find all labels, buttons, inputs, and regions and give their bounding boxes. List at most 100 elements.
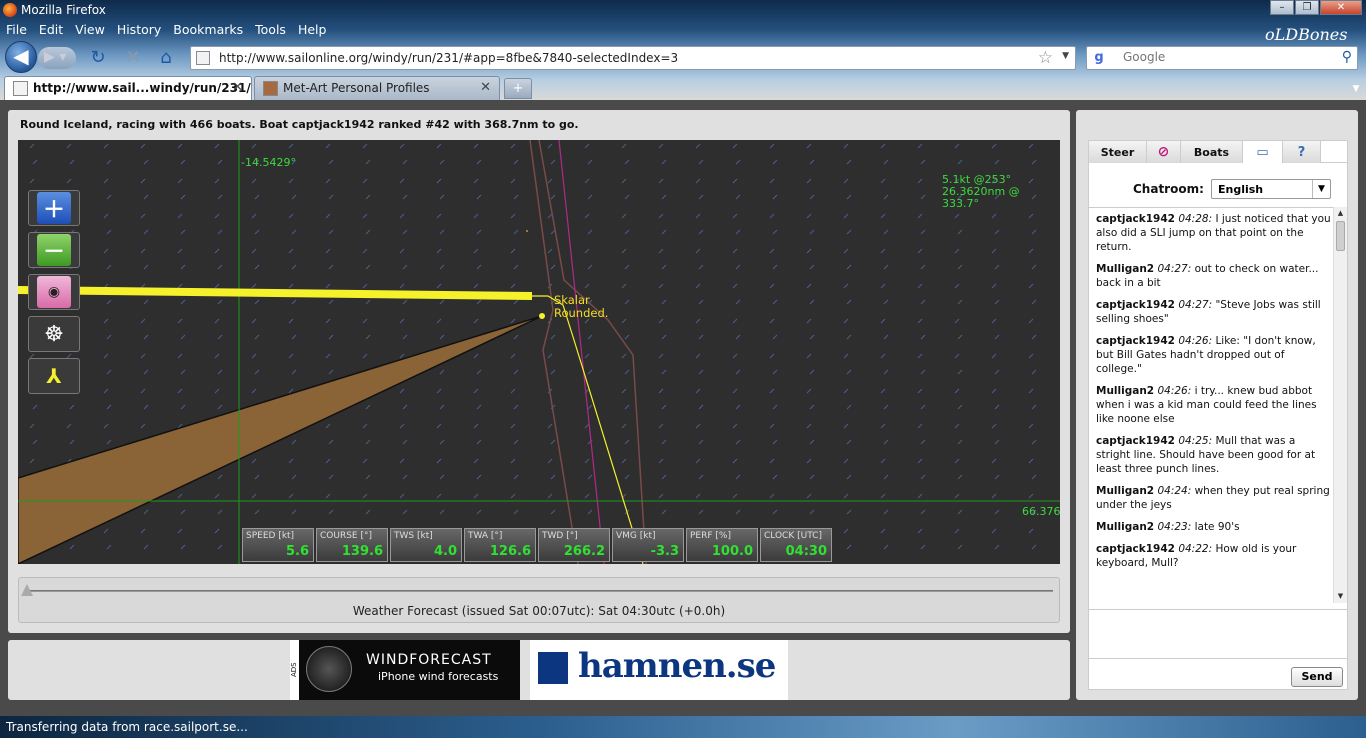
tab-no-entry-icon[interactable]: ⊘: [1147, 141, 1181, 163]
ads-label: ADS: [290, 640, 299, 700]
chat-message: Mulligan2 04:24: when they put real spri…: [1089, 480, 1347, 516]
chatroom-select[interactable]: English ▼: [1211, 179, 1331, 199]
measure-button[interactable]: ⅄: [28, 358, 80, 394]
message-author: captjack1942: [1096, 299, 1175, 311]
chat-message: captjack1942 04:27: "Steve Jobs was stil…: [1089, 294, 1347, 330]
close-tab-icon[interactable]: ✕: [232, 80, 243, 95]
tab-help-icon[interactable]: ?: [1283, 141, 1321, 163]
instrument-value: 100.0: [711, 544, 753, 559]
menu-edit[interactable]: Edit: [33, 20, 69, 40]
message-author: captjack1942: [1096, 213, 1175, 225]
windforecast-brand: WINDFORECAST: [366, 652, 492, 668]
panel-tabs: Steer ⊘ Boats ▭ ?: [1089, 141, 1347, 163]
url-dropdown-icon[interactable]: ▼: [1062, 51, 1069, 61]
hamnen-logo-icon: [538, 652, 568, 684]
message-author: Mulligan2: [1096, 385, 1155, 397]
mark-status: Rounded.: [554, 306, 609, 320]
menu-help[interactable]: Help: [292, 20, 333, 40]
stop-icon[interactable]: ✕: [122, 47, 144, 69]
menu-tools[interactable]: Tools: [249, 20, 292, 40]
menu-history[interactable]: History: [111, 20, 167, 40]
timeline-track[interactable]: [27, 590, 1053, 592]
tab-boats[interactable]: Boats: [1181, 141, 1243, 163]
close-tab-icon[interactable]: ✕: [480, 80, 491, 95]
windforecast-ad[interactable]: ADS WINDFORECAST iPhone wind forecasts: [290, 640, 520, 700]
restore-button[interactable]: ❐: [1295, 0, 1319, 15]
message-time: 04:26:: [1157, 385, 1192, 397]
minimize-button[interactable]: –: [1270, 0, 1294, 15]
chevron-down-icon: ▼: [1312, 180, 1330, 198]
hamnen-ad[interactable]: hamnen.se: [530, 640, 788, 700]
tab-bar: http://www.sail...windy/run/231/# ✕ Met-…: [0, 76, 1366, 100]
tab-favicon-icon: [13, 81, 28, 96]
instrument-value: 04:30: [785, 544, 827, 559]
zoom-out-icon: －: [37, 234, 71, 266]
map-dot: [526, 230, 528, 232]
scroll-thumb[interactable]: [1336, 221, 1345, 251]
navigation-toolbar: ◀ ▶ ▾ ↻ ✕ ⌂ http://www.sailonline.org/wi…: [0, 40, 1366, 74]
chat-message: captjack1942 04:26: Like: "I don't know,…: [1089, 330, 1347, 380]
chat-message: Mulligan2 04:23: late 90's: [1089, 516, 1347, 538]
search-icon[interactable]: ⚲: [1342, 49, 1352, 65]
scroll-down-icon[interactable]: ▼: [1334, 590, 1347, 603]
status-bar: Transferring data from race.sailport.se.…: [0, 716, 1366, 738]
bookmark-star-icon[interactable]: ☆: [1038, 48, 1053, 68]
message-time: 04:23:: [1157, 521, 1192, 533]
close-button[interactable]: ✕: [1320, 0, 1362, 15]
menu-file[interactable]: File: [0, 20, 33, 40]
compass-icon: [306, 646, 352, 692]
helm-button[interactable]: ☸: [28, 316, 80, 352]
firefox-icon: [3, 3, 17, 17]
url-text: http://www.sailonline.org/windy/run/231/…: [219, 51, 679, 65]
zoom-out-button[interactable]: －: [28, 232, 80, 268]
menu-bookmarks[interactable]: Bookmarks: [167, 20, 249, 40]
tab-chat-icon[interactable]: ▭: [1243, 141, 1283, 163]
ad-bar: ADS WINDFORECAST iPhone wind forecasts h…: [8, 640, 1070, 700]
url-bar[interactable]: http://www.sailonline.org/windy/run/231/…: [190, 46, 1076, 70]
instrument-label: TWD [°]: [542, 531, 578, 541]
instrument-perf: PERF [%] 100.0: [686, 528, 758, 562]
message-time: 04:27:: [1178, 299, 1213, 311]
browser-chrome: Mozilla Firefox – ❐ ✕ File Edit View His…: [0, 0, 1366, 100]
instrument-value: 126.6: [489, 544, 531, 559]
hamnen-text: hamnen.se: [578, 646, 776, 686]
title-bar: Mozilla Firefox – ❐ ✕: [0, 0, 1366, 20]
chat-messages[interactable]: captjack1942 04:28: I just noticed that …: [1089, 207, 1347, 603]
menu-view[interactable]: View: [69, 20, 111, 40]
chat-scrollbar[interactable]: ▲ ▼: [1333, 207, 1347, 603]
list-tabs-icon[interactable]: ▼: [1348, 78, 1364, 100]
instrument-value: 266.2: [563, 544, 605, 559]
map-canvas[interactable]: [18, 140, 1060, 564]
chatroom-selector: Chatroom: English ▼: [1089, 179, 1347, 201]
timeline-slider-handle[interactable]: [21, 584, 33, 596]
center-boat-button[interactable]: ◉: [28, 274, 80, 310]
tab-sailonline[interactable]: http://www.sail...windy/run/231/# ✕: [4, 76, 252, 100]
search-box[interactable]: g ⚲: [1086, 46, 1358, 70]
message-time: 04:27:: [1157, 263, 1192, 275]
message-author: captjack1942: [1096, 335, 1175, 347]
tab-steer[interactable]: Steer: [1089, 141, 1147, 163]
chat-message: Mulligan2 04:26: i try... knew bud abbot…: [1089, 380, 1347, 430]
search-input[interactable]: [1123, 50, 1333, 64]
race-map[interactable]: -14.5429° 66.3765 5.1kt @253° 26.3620nm …: [18, 140, 1060, 564]
back-button[interactable]: ◀: [5, 41, 37, 73]
new-tab-button[interactable]: +: [504, 78, 532, 99]
windforecast-sub: iPhone wind forecasts: [378, 670, 499, 683]
chat-input[interactable]: [1089, 609, 1347, 659]
forward-button[interactable]: ▶ ▾: [38, 47, 76, 69]
google-icon[interactable]: g: [1091, 50, 1107, 66]
message-author: captjack1942: [1096, 435, 1175, 447]
boat-position[interactable]: [539, 313, 545, 319]
instrument-label: TWA [°]: [468, 531, 503, 541]
scroll-up-icon[interactable]: ▲: [1334, 207, 1347, 220]
message-author: Mulligan2: [1096, 485, 1155, 497]
wind-readout: 5.1kt @253° 26.3620nm @ 333.7°: [942, 174, 1060, 210]
tab-label: Met-Art Personal Profiles: [283, 81, 430, 95]
instrument-twd: TWD [°] 266.2: [538, 528, 610, 562]
tab-metart[interactable]: Met-Art Personal Profiles ✕: [254, 76, 500, 100]
latitude-label: 66.3765: [1022, 505, 1060, 518]
home-icon[interactable]: ⌂: [155, 47, 177, 69]
zoom-in-button[interactable]: ＋: [28, 190, 80, 226]
reload-icon[interactable]: ↻: [87, 47, 109, 69]
send-button[interactable]: Send: [1291, 667, 1343, 687]
